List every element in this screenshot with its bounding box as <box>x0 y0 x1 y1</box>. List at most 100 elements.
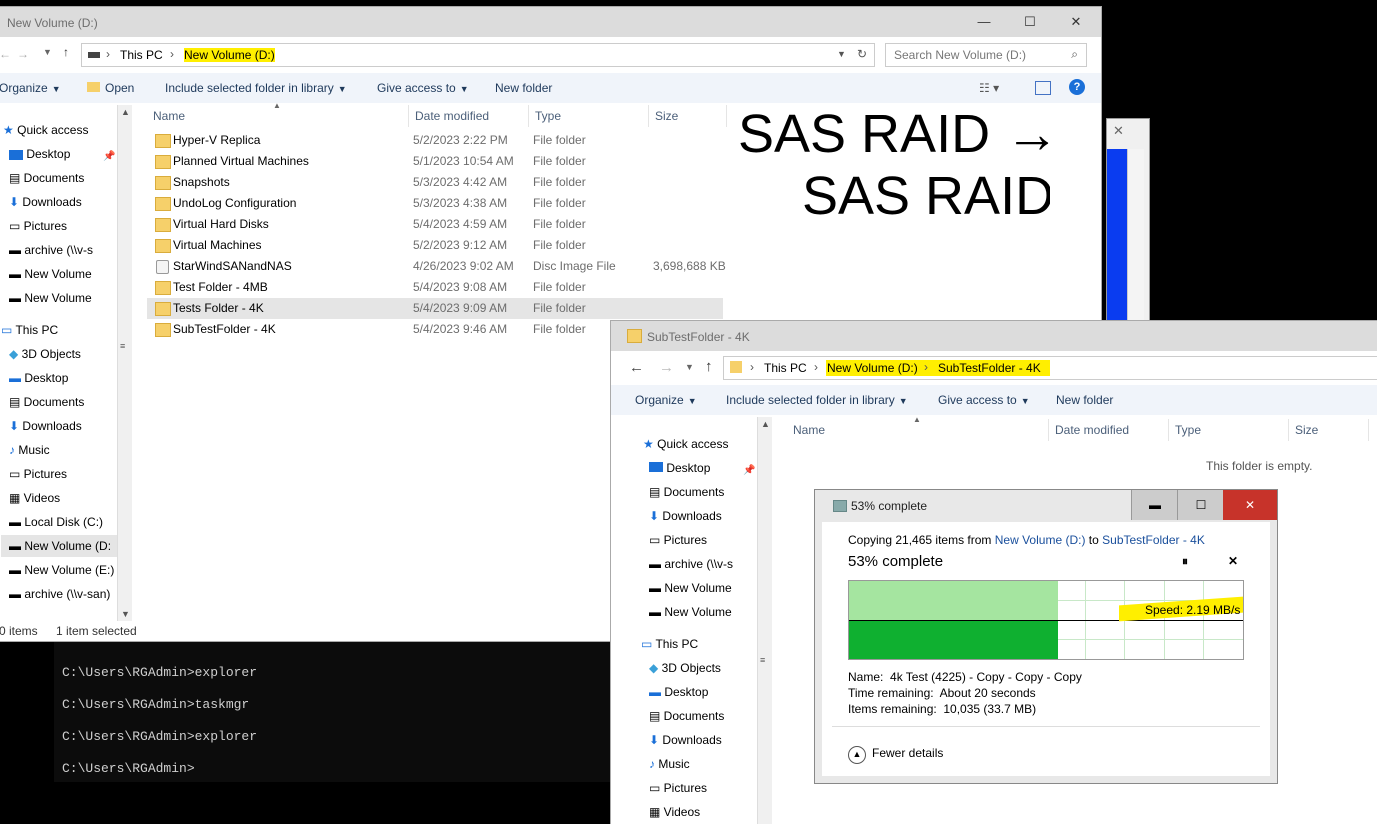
close-button[interactable]: ✕ <box>1053 7 1099 37</box>
maximize-button[interactable]: ☐ <box>1007 7 1053 37</box>
nav-music[interactable]: ♪ Music <box>9 439 50 461</box>
nav-downloads[interactable]: ⬇ Downloads <box>649 505 722 527</box>
nav-music[interactable]: ♪ Music <box>649 753 690 775</box>
nav-new-volume[interactable]: ▬ New Volume <box>9 287 92 309</box>
nav-scrollbar[interactable]: ▲ ≡ <box>757 417 772 824</box>
search-box[interactable]: Search New Volume (D:) ⌕ <box>885 43 1087 67</box>
view-options-icon[interactable]: ☷ ▾ <box>979 81 999 95</box>
close-icon[interactable]: ✕ <box>1113 123 1124 139</box>
chevron-right-icon: › <box>106 47 110 61</box>
nav-this-pc[interactable]: ▭ This PC <box>1 319 58 341</box>
forward-arrow-icon[interactable]: → <box>659 359 674 376</box>
nav-desktop[interactable]: Desktop <box>9 143 70 165</box>
nav-new-volume-d[interactable]: ▬ New Volume (D: <box>1 535 125 557</box>
recent-dropdown-icon[interactable]: ▼ <box>685 362 694 372</box>
pause-button[interactable]: ⏸ <box>1182 554 1188 569</box>
include-library-button[interactable]: Include selected folder in library ▼ <box>165 81 347 95</box>
nav-quick-access[interactable]: ★ Quick access <box>643 433 728 455</box>
refresh-icon[interactable]: ↻ <box>857 47 867 61</box>
nav-desktop[interactable]: Desktop <box>649 457 710 479</box>
nav-videos[interactable]: ▦ Videos <box>649 801 700 823</box>
column-type[interactable]: Type <box>529 105 649 127</box>
nav-pictures[interactable]: ▭ Pictures <box>649 777 707 799</box>
minimize-button[interactable]: ▬ <box>1131 490 1178 520</box>
nav-desktop[interactable]: ▬ Desktop <box>649 681 708 703</box>
nav-downloads[interactable]: ⬇ Downloads <box>649 729 722 751</box>
breadcrumb-item[interactable]: This PC <box>764 361 807 375</box>
table-row[interactable]: Hyper-V Replica 5/2/2023 2:22 PM File fold… <box>147 130 723 151</box>
give-access-button[interactable]: Give access to ▼ <box>938 393 1030 407</box>
nav-new-volume[interactable]: ▬ New Volume <box>649 601 732 623</box>
nav-pictures[interactable]: ▭ Pictures <box>649 529 707 551</box>
cancel-button[interactable]: ✕ <box>1228 554 1238 568</box>
minimize-button[interactable]: — <box>961 7 1007 37</box>
table-row[interactable]: Snapshots 5/3/2023 4:42 AM File folder <box>147 172 723 193</box>
nav-downloads[interactable]: ⬇ Downloads <box>9 191 82 213</box>
back-arrow-icon[interactable]: ← <box>629 359 644 376</box>
nav-this-pc[interactable]: ▭ This PC <box>641 633 698 655</box>
back-arrow-icon[interactable]: ← <box>0 47 11 61</box>
nav-new-volume[interactable]: ▬ New Volume <box>9 263 92 285</box>
breadcrumb-item[interactable]: New Volume (D:) <box>184 48 275 62</box>
search-input[interactable]: Search New Volume (D:) <box>894 48 1026 62</box>
nav-local-disk-c[interactable]: ▬ Local Disk (C:) <box>9 511 103 533</box>
nav-documents[interactable]: ▤ Documents <box>649 481 724 503</box>
table-row[interactable]: Test Folder - 4MB 5/4/2023 9:08 AM File fo… <box>147 277 723 298</box>
close-button[interactable]: ✕ <box>1223 490 1277 520</box>
help-icon[interactable]: ? <box>1069 79 1085 95</box>
empty-folder-message: This folder is empty. <box>1206 459 1313 473</box>
breadcrumb-item[interactable]: This PC <box>120 48 163 62</box>
recent-dropdown-icon[interactable]: ▼ <box>43 47 52 57</box>
nav-pictures[interactable]: ▭ Pictures <box>9 463 67 485</box>
nav-new-volume[interactable]: ▬ New Volume <box>649 577 732 599</box>
table-row[interactable]: Tests Folder - 4K 5/4/2023 9:09 AM File fo… <box>147 298 723 319</box>
detail-items-remaining: Items remaining: 10,035 (33.7 MB) <box>848 702 1037 716</box>
forward-arrow-icon[interactable]: → <box>17 47 29 61</box>
nav-archive-v-san[interactable]: ▬ archive (\\v-san) <box>9 583 110 605</box>
nav-desktop[interactable]: ▬ Desktop <box>9 367 68 389</box>
column-date[interactable]: Date modified <box>1049 419 1169 441</box>
address-bar[interactable]: › This PC › New Volume (D:) › SubTestFol… <box>723 356 1377 380</box>
nav-archive[interactable]: ▬ archive (\\v-s <box>9 239 93 261</box>
nav-videos[interactable]: ▦ Videos <box>9 487 60 509</box>
table-row[interactable]: UndoLog Configuration 5/3/2023 4:38 AM Fil… <box>147 193 723 214</box>
new-folder-button[interactable]: New folder <box>495 81 552 95</box>
up-arrow-icon[interactable]: ↑ <box>63 45 69 59</box>
organize-button[interactable]: Organize ▼ <box>0 81 61 95</box>
column-type[interactable]: Type <box>1169 419 1289 441</box>
new-folder-button[interactable]: New folder <box>1056 393 1113 407</box>
maximize-button[interactable]: ☐ <box>1177 490 1224 520</box>
nav-scrollbar[interactable]: ▲ ≡ ▼ <box>117 105 132 621</box>
table-row[interactable]: StarWindSANandNAS 4/26/2023 9:02 AM Disc I… <box>147 256 726 277</box>
nav-documents[interactable]: ▤ Documents <box>9 167 84 189</box>
include-library-button[interactable]: Include selected folder in library ▼ <box>726 393 908 407</box>
open-button[interactable]: Open <box>87 81 134 95</box>
nav-documents[interactable]: ▤ Documents <box>649 705 724 727</box>
nav-archive[interactable]: ▬ archive (\\v-s <box>649 553 733 575</box>
preview-pane-icon[interactable] <box>1035 81 1051 95</box>
chevron-down-icon[interactable]: ▼ <box>837 49 846 59</box>
nav-pictures[interactable]: ▭ Pictures <box>9 215 67 237</box>
nav-new-volume-e[interactable]: ▬ New Volume (E:) <box>9 559 114 581</box>
column-size[interactable]: Size <box>1289 419 1369 441</box>
nav-3d-objects[interactable]: ◆ 3D Objects <box>9 343 81 365</box>
up-arrow-icon[interactable]: ↑ <box>705 358 713 375</box>
file-date: 5/1/2023 10:54 AM <box>413 154 514 168</box>
address-bar[interactable]: › This PC › New Volume (D:) ▼ ↻ <box>81 43 875 67</box>
organize-button[interactable]: Organize ▼ <box>635 393 697 407</box>
source-link[interactable]: New Volume (D:) <box>995 533 1086 547</box>
give-access-button[interactable]: Give access to ▼ <box>377 81 469 95</box>
breadcrumb-item[interactable]: SubTestFolder - 4K <box>938 361 1041 375</box>
nav-quick-access[interactable]: ★ Quick access <box>3 119 88 141</box>
destination-link[interactable]: SubTestFolder - 4K <box>1102 533 1205 547</box>
column-size[interactable]: Size <box>649 105 727 127</box>
nav-3d-objects[interactable]: ◆ 3D Objects <box>649 657 721 679</box>
table-row[interactable]: Virtual Machines 5/2/2023 9:12 AM File fol… <box>147 235 723 256</box>
breadcrumb-item[interactable]: New Volume (D:) <box>827 361 918 375</box>
nav-downloads[interactable]: ⬇ Downloads <box>9 415 82 437</box>
table-row[interactable]: Planned Virtual Machines 5/1/2023 10:54 A… <box>147 151 723 172</box>
fewer-details-button[interactable]: ▲ Fewer details <box>848 746 943 764</box>
table-row[interactable]: Virtual Hard Disks 5/4/2023 4:59 AM File f… <box>147 214 723 235</box>
nav-documents[interactable]: ▤ Documents <box>9 391 84 413</box>
column-date[interactable]: Date modified <box>409 105 529 127</box>
